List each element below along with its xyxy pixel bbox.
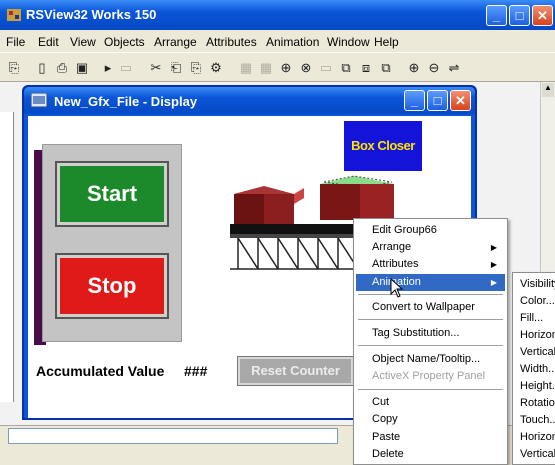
open-icon[interactable]: ⎙ bbox=[52, 58, 72, 78]
reset-counter-button[interactable]: Reset Counter bbox=[237, 356, 354, 386]
find-icon[interactable]: ⚙ bbox=[206, 58, 226, 78]
ctx-convert-wallpaper[interactable]: Convert to Wallpaper bbox=[356, 299, 505, 316]
group-icon[interactable]: ⊕ bbox=[276, 58, 296, 78]
sub-fill[interactable]: Fill... bbox=[515, 310, 555, 327]
sub-vertical-slider[interactable]: Vertical bbox=[515, 446, 555, 463]
menu-help[interactable]: Help bbox=[374, 35, 399, 49]
submenu-arrow-icon: ▶ bbox=[490, 260, 497, 269]
ctx-separator bbox=[358, 319, 503, 320]
save-icon[interactable]: ▣ bbox=[72, 58, 92, 78]
ctx-paste[interactable]: Paste bbox=[356, 429, 505, 446]
display-minimize-button[interactable]: _ bbox=[404, 90, 425, 111]
send-back-icon[interactable]: ⧈ bbox=[356, 58, 376, 78]
bottom-input[interactable] bbox=[8, 428, 338, 444]
ctx-cut-label: Cut bbox=[372, 396, 390, 408]
ctx-separator bbox=[358, 345, 503, 346]
accumulated-value: ### bbox=[184, 363, 208, 379]
sub-color[interactable]: Color... bbox=[515, 293, 555, 310]
ctx-paste-label: Paste bbox=[372, 431, 401, 443]
pointer-icon[interactable]: ▸ bbox=[98, 58, 118, 78]
ungroup-icon[interactable]: ⊗ bbox=[296, 58, 316, 78]
display-maximize-button[interactable]: □ bbox=[427, 90, 448, 111]
sub-rotation[interactable]: Rotation bbox=[515, 395, 555, 412]
ctx-copy-label: Copy bbox=[372, 413, 398, 425]
menu-arrange[interactable]: Arrange bbox=[154, 35, 197, 49]
sub-width[interactable]: Width... bbox=[515, 361, 555, 378]
ctx-arrange[interactable]: Arrange ▶ bbox=[356, 239, 505, 256]
ctx-edit-group-label: Edit Group66 bbox=[372, 224, 437, 236]
submenu-arrow-icon: ▶ bbox=[490, 278, 497, 287]
cut-icon[interactable]: ✂ bbox=[146, 58, 166, 78]
ctx-attributes-label: Attributes bbox=[372, 258, 419, 270]
animation-submenu: Visibility Color... Fill... Horizon Vert… bbox=[512, 272, 555, 465]
app-title: RSView32 Works 150 bbox=[26, 7, 157, 22]
control-panel: Start Stop bbox=[42, 144, 182, 342]
app-icon bbox=[7, 9, 21, 21]
minimize-button[interactable]: _ bbox=[486, 5, 507, 26]
ctx-tag-substitution-label: Tag Substitution... bbox=[372, 327, 460, 339]
maximize-button[interactable]: □ bbox=[509, 5, 530, 26]
menu-objects[interactable]: Objects bbox=[104, 35, 145, 49]
display-icon bbox=[31, 93, 47, 107]
sub-visibility[interactable]: Visibility bbox=[515, 276, 555, 293]
stop-button[interactable]: Stop bbox=[55, 253, 169, 319]
sub-height[interactable]: Height... bbox=[515, 378, 555, 395]
sub-horizontal-position[interactable]: Horizon bbox=[515, 327, 555, 344]
display-title: New_Gfx_File - Display bbox=[54, 94, 198, 109]
menu-edit[interactable]: Edit bbox=[38, 35, 59, 49]
ctx-convert-wallpaper-label: Convert to Wallpaper bbox=[372, 301, 475, 313]
toolbar: ⎘ ▯ ⎙ ▣ ▸ ▭ ✂ ⎗ ⎘ ⚙ ▦ ▦ ⊕ ⊗ ▭ ⧉ ⧈ ⧉ ⊕ ⊖ … bbox=[0, 52, 555, 82]
sub-horizontal-slider[interactable]: Horizon bbox=[515, 429, 555, 446]
submenu-arrow-icon: ▶ bbox=[490, 243, 497, 252]
sub-touch[interactable]: Touch... bbox=[515, 412, 555, 429]
align-icon[interactable]: ▭ bbox=[316, 58, 336, 78]
paste-icon[interactable]: ⎘ bbox=[186, 58, 206, 78]
box-closer-button[interactable]: Box Closer bbox=[344, 121, 422, 171]
more-icon[interactable]: ⇌ bbox=[444, 58, 464, 78]
menubar: File Edit View Objects Arrange Attribute… bbox=[0, 30, 555, 52]
new-icon[interactable]: ▯ bbox=[32, 58, 52, 78]
copy-icon[interactable]: ⎗ bbox=[166, 58, 186, 78]
ctx-separator bbox=[358, 389, 503, 390]
scroll-up-icon[interactable]: ▲ bbox=[542, 83, 554, 97]
ctx-copy[interactable]: Copy bbox=[356, 411, 505, 428]
ctx-delete[interactable]: Delete bbox=[356, 446, 505, 463]
close-button[interactable]: ✕ bbox=[532, 5, 553, 26]
ctx-separator bbox=[358, 294, 503, 295]
select-icon[interactable]: ⎘ bbox=[4, 58, 24, 78]
menu-animation[interactable]: Animation bbox=[266, 35, 319, 49]
bring-front-icon[interactable]: ⧉ bbox=[336, 58, 356, 78]
ctx-tag-substitution[interactable]: Tag Substitution... bbox=[356, 325, 505, 342]
zoom-in-icon[interactable]: ⊕ bbox=[404, 58, 424, 78]
ctx-attributes[interactable]: Attributes ▶ bbox=[356, 256, 505, 273]
sub-vertical-position[interactable]: Vertical bbox=[515, 344, 555, 361]
ctx-animation[interactable]: Animation ▶ bbox=[356, 274, 505, 291]
project-panel[interactable] bbox=[0, 112, 14, 402]
menu-file[interactable]: File bbox=[6, 35, 25, 49]
ctx-arrange-label: Arrange bbox=[372, 241, 412, 253]
menu-view[interactable]: View bbox=[70, 35, 96, 49]
accumulated-label: Accumulated Value bbox=[36, 363, 165, 379]
grid2-icon[interactable]: ▦ bbox=[256, 58, 276, 78]
zoom-out-icon[interactable]: ⊖ bbox=[424, 58, 444, 78]
ctx-cut[interactable]: Cut bbox=[356, 394, 505, 411]
ctx-delete-label: Delete bbox=[372, 448, 404, 460]
start-button[interactable]: Start bbox=[55, 161, 169, 227]
ctx-edit-group[interactable]: Edit Group66 bbox=[356, 222, 505, 239]
display-titlebar[interactable]: New_Gfx_File - Display _ □ ✕ bbox=[24, 87, 475, 114]
ctx-object-name[interactable]: Object Name/Tooltip... bbox=[356, 351, 505, 368]
app-titlebar[interactable]: RSView32 Works 150 _ □ ✕ bbox=[0, 0, 555, 30]
ctx-activex-panel-label: ActiveX Property Panel bbox=[372, 370, 486, 382]
display-close-button[interactable]: ✕ bbox=[450, 90, 471, 111]
mouse-cursor-icon bbox=[390, 278, 404, 298]
line-icon[interactable]: ▭ bbox=[116, 58, 136, 78]
ctx-activex-panel: ActiveX Property Panel bbox=[356, 368, 505, 385]
menu-window[interactable]: Window bbox=[327, 35, 370, 49]
menu-attributes[interactable]: Attributes bbox=[206, 35, 257, 49]
context-menu: Edit Group66 Arrange ▶ Attributes ▶ Animat… bbox=[353, 218, 508, 465]
grid-icon[interactable]: ▦ bbox=[236, 58, 256, 78]
ctx-object-name-label: Object Name/Tooltip... bbox=[372, 353, 481, 365]
layer-icon[interactable]: ⧉ bbox=[376, 58, 396, 78]
